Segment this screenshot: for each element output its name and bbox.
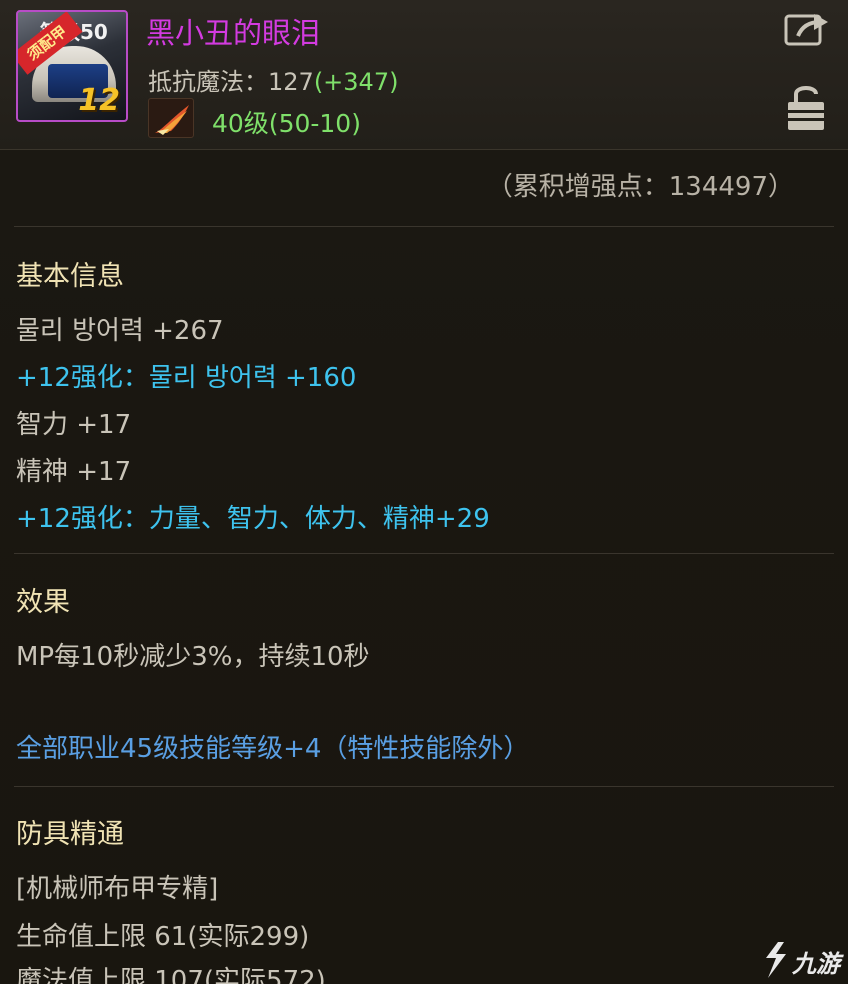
stat-enhance-defense: +12强化：물리 방어력 +160 [16,363,357,393]
accumulated-points: （累积增强点：134497） [486,172,794,202]
divider [14,553,834,554]
item-name: 黑小丑的眼泪 [146,16,321,50]
tooltip-header: 等级50 须配甲 12 黑小丑的眼泪 抵抗魔法：127(+347) 40级(50… [0,0,848,150]
item-tooltip: 等级50 须配甲 12 黑小丑的眼泪 抵抗魔法：127(+347) 40级(50… [0,0,848,984]
effect-skill-level: 全部职业45级技能等级+4（特性技能除外） [16,734,530,764]
section-title-mastery: 防具精通 [16,819,124,850]
item-enhance-level: 12 [78,83,120,118]
share-icon[interactable] [784,10,830,48]
lock-icon[interactable] [786,82,826,132]
stat-physical-defense: 물리 방어력 +267 [16,316,224,346]
magic-resist-bonus: (+347) [313,68,399,96]
stat-intelligence: 智力 +17 [16,410,132,440]
mastery-mp: 魔法值上限 107(实际572) [16,966,326,984]
divider [14,786,834,787]
effect-mp-drain: MP每10秒减少3%，持续10秒 [16,642,370,672]
watermark-icon [766,942,786,978]
magic-resist-label: 抵抗魔法：127 [148,68,314,96]
magic-resist: 抵抗魔法：127(+347) [148,62,398,97]
section-title-basic: 基本信息 [16,261,124,292]
section-title-effect: 效果 [16,587,70,618]
item-level-range: 40级(50-10) [212,109,361,138]
watermark-text: 九游 [792,950,840,978]
stat-spirit: 精神 +17 [16,457,132,487]
watermark-logo: 九游 [758,938,844,982]
mastery-hp: 生命值上限 61(实际299) [16,922,310,952]
flame-skill-icon [148,98,194,138]
divider [14,226,834,227]
mastery-class: [机械师布甲专精] [16,874,219,904]
item-icon[interactable]: 等级50 须配甲 12 [16,10,128,122]
stat-enhance-all: +12强化：力量、智力、体力、精神+29 [16,504,490,534]
